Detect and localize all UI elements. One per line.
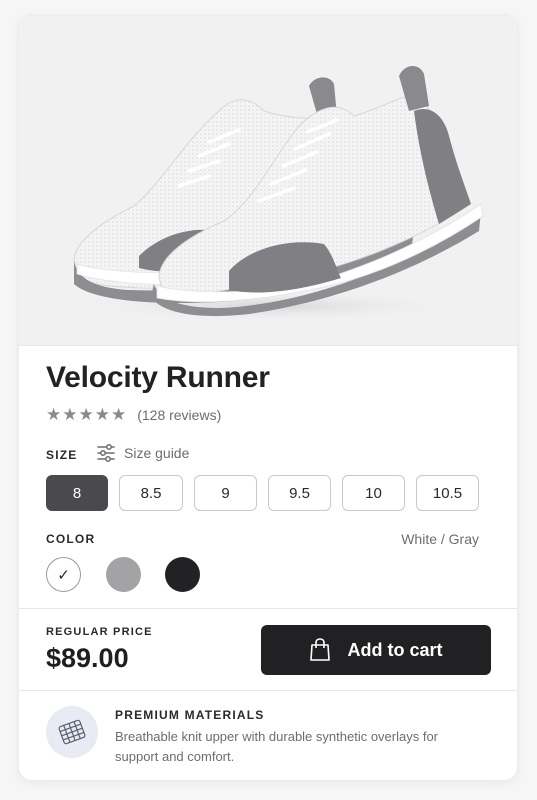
check-icon: ✓ [57, 566, 70, 584]
review-count-link[interactable]: (128 reviews) [137, 407, 221, 423]
price-label: REGULAR PRICE [46, 626, 153, 638]
add-to-cart-button[interactable]: Add to cart [261, 625, 491, 675]
size-option-9[interactable]: 9 [194, 475, 257, 511]
shopping-bag-icon [310, 638, 331, 661]
size-option-10[interactable]: 10 [342, 475, 405, 511]
size-option-9-5[interactable]: 9.5 [268, 475, 331, 511]
price: $89.00 [46, 643, 129, 673]
shoe-illustration [69, 65, 484, 322]
feature-description: Breathable knit upper with durable synth… [115, 729, 439, 764]
selected-color-name: White / Gray [401, 531, 479, 547]
sliders-icon [97, 444, 115, 462]
color-swatch-white[interactable]: ✓ [46, 557, 81, 592]
product-image [19, 16, 517, 346]
rating: ★★★★★ (128 reviews) [46, 405, 221, 425]
divider [19, 690, 517, 691]
product-card: Velocity Runner ★★★★★ (128 reviews) SIZE… [18, 15, 518, 781]
product-title: Velocity Runner [46, 361, 270, 394]
size-option-8-5[interactable]: 8.5 [119, 475, 183, 511]
color-label: COLOR [46, 532, 96, 546]
color-swatch-black[interactable] [165, 557, 200, 592]
color-swatch-gray[interactable] [106, 557, 141, 592]
feature-title: PREMIUM MATERIALS [115, 708, 265, 722]
mesh-fabric-icon [58, 719, 86, 745]
star-rating-icon: ★★★★★ [46, 405, 128, 424]
size-option-10-5[interactable]: 10.5 [416, 475, 479, 511]
size-guide-link[interactable]: Size guide [96, 444, 189, 462]
add-to-cart-label: Add to cart [347, 639, 443, 660]
divider [19, 608, 517, 609]
size-option-8[interactable]: 8 [46, 475, 108, 511]
feature-icon-badge [46, 706, 98, 758]
size-label: SIZE [46, 448, 78, 462]
size-selector: 8 8.5 9 9.5 10 10.5 [46, 475, 490, 511]
size-guide-label: Size guide [124, 445, 190, 461]
